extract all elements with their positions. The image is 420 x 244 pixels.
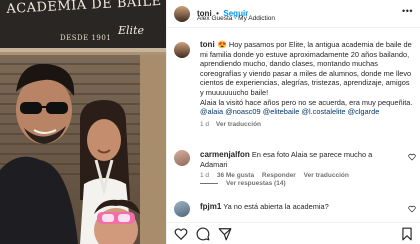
caption-text: 😍 Hoy pasamos por Elite, la antigua acad… [200, 40, 412, 97]
comment: carmenjalfon En esa foto Alaia se parece… [200, 150, 396, 181]
view-replies-button[interactable]: Ver respuestas (14) [200, 180, 286, 187]
comment-time: 1 d [200, 172, 210, 180]
caption-time: 1 d [200, 120, 210, 128]
comment-username[interactable]: fpjm1 [200, 202, 221, 211]
avatar[interactable] [174, 201, 190, 217]
mention-link[interactable]: @clgarde [348, 107, 380, 116]
translate-button[interactable]: Ver traducción [304, 172, 349, 179]
caption-meta: 1 d Ver traducción [200, 120, 414, 130]
post-caption: toni 😍 Hoy pasamos por Elite, la antigua … [200, 40, 414, 129]
view-replies-label: Ver respuestas (14) [226, 180, 286, 187]
comment-icon[interactable] [196, 227, 210, 241]
post-detail-panel: toni • Seguir Alex Guesta · My Addiction… [166, 0, 420, 244]
shop-sign-subtitle: DESDE 1901 [60, 34, 112, 42]
caption-username[interactable]: toni [200, 40, 215, 49]
paper-plane-icon[interactable] [218, 227, 232, 241]
more-horizontal-icon[interactable]: ••• [402, 6, 413, 16]
mention-link[interactable]: @noasc09 [225, 107, 260, 116]
avatar[interactable] [174, 42, 190, 58]
avatar[interactable] [174, 150, 190, 166]
heart-icon[interactable] [174, 227, 188, 241]
mention-link[interactable]: @elitebaile [263, 107, 300, 116]
likes-count[interactable]: 36 Me gusta [217, 172, 254, 179]
caption-text-second: Alaia la visitó hace años pero no se acu… [200, 97, 413, 107]
comment-username[interactable]: carmenjalfon [200, 150, 250, 159]
replies-divider [200, 182, 218, 184]
comment-text: Ya no está abierta la academia? [223, 202, 329, 211]
audio-subtitle[interactable]: Alex Guesta · My Addiction [197, 15, 275, 22]
comment: fpjm1 Ya no está abierta la academia? [200, 202, 396, 212]
mention-link[interactable]: @alaia [200, 107, 223, 116]
mention-link[interactable]: @l.costalelite [301, 107, 345, 116]
post-action-bar [167, 222, 420, 244]
heart-icon[interactable] [408, 205, 416, 213]
post-photo[interactable]: ACADEMIA DE BAILE DESDE 1901 Elite [0, 0, 166, 244]
heart-icon[interactable] [408, 153, 416, 161]
bookmark-icon[interactable] [400, 227, 414, 241]
shop-sign-signature: Elite [118, 24, 144, 37]
post-header: toni • Seguir Alex Guesta · My Addiction… [167, 0, 420, 28]
reply-button[interactable]: Responder [262, 172, 296, 179]
translate-button[interactable]: Ver traducción [216, 121, 261, 128]
avatar[interactable] [174, 6, 190, 22]
